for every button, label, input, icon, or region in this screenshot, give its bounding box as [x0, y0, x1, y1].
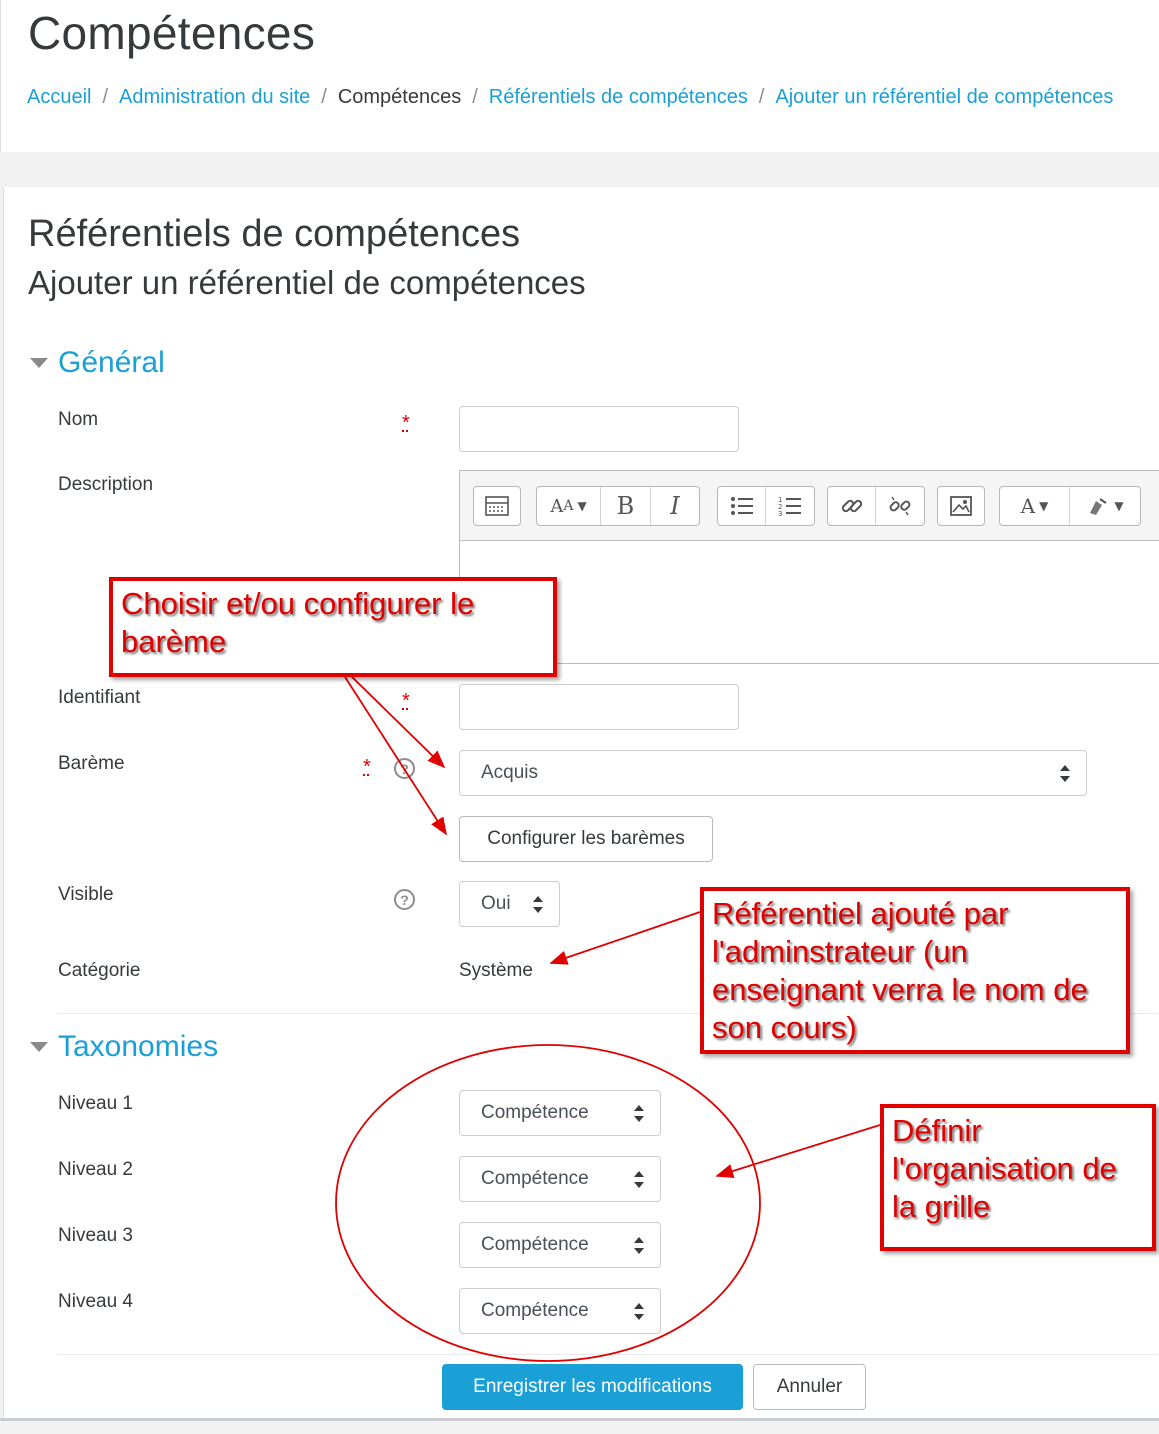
link-icon[interactable]	[828, 487, 876, 525]
bareme-select[interactable]: Acquis	[459, 750, 1087, 796]
annotation-taxonomy: Définir l'organisation de la grille	[880, 1104, 1156, 1251]
required-icon: *	[363, 756, 371, 778]
ordered-list-icon[interactable]: 123	[766, 487, 814, 525]
image-icon[interactable]	[938, 487, 984, 525]
identifiant-input[interactable]	[459, 684, 739, 730]
section-title-general: Général	[58, 346, 165, 379]
level-1-selected-value: Compétence	[481, 1102, 589, 1123]
bareme-label: Barème	[58, 753, 125, 774]
level-2-label: Niveau 2	[58, 1159, 133, 1180]
visible-label: Visible	[58, 884, 114, 905]
paragraph-style-icon[interactable]: A A ▼	[537, 487, 601, 525]
annotation-categorie: Référentiel ajouté par l'adminstrateur (…	[700, 887, 1130, 1054]
level-3-label: Niveau 3	[58, 1225, 133, 1246]
required-icon: *	[402, 412, 410, 434]
visible-select[interactable]: Oui	[459, 881, 560, 927]
save-changes-button[interactable]: Enregistrer les modifications	[442, 1364, 743, 1410]
help-icon[interactable]: ?	[394, 889, 415, 910]
bareme-selected-value: Acquis	[481, 762, 539, 783]
select-arrows-icon	[533, 896, 543, 914]
svg-text:3: 3	[778, 510, 782, 517]
highlight-icon[interactable]: ▼	[1070, 487, 1140, 525]
section-toggle-general[interactable]: Général	[30, 346, 165, 380]
nom-label: Nom	[58, 409, 99, 430]
unordered-list-icon[interactable]	[718, 487, 766, 525]
description-label: Description	[58, 474, 154, 495]
page-title: Compétences	[28, 7, 316, 59]
editor-toolbar: A A ▼ B I 123 A ▼ ▼	[460, 471, 1159, 541]
level-2-select[interactable]: Compétence	[459, 1156, 661, 1202]
select-arrows-icon	[634, 1105, 644, 1123]
breadcrumb-add-framework[interactable]: Ajouter un référentiel de compétences	[775, 86, 1113, 109]
toolbar-group-format: A A ▼ B I	[536, 486, 700, 526]
description-editor: A A ▼ B I 123 A ▼ ▼	[459, 470, 1159, 664]
configure-scales-button[interactable]: Configurer les barèmes	[459, 816, 713, 862]
breadcrumb-competencies: Compétences	[337, 86, 462, 108]
cancel-button[interactable]: Annuler	[753, 1364, 866, 1410]
required-icon: *	[402, 690, 410, 712]
italic-icon[interactable]: I	[651, 487, 699, 525]
toolbar-group-media	[937, 486, 985, 526]
level-4-select[interactable]: Compétence	[459, 1288, 661, 1334]
collapse-triangle-icon	[30, 1042, 48, 1052]
toolbar-group-toggle	[473, 486, 521, 526]
toolbar-toggle-icon[interactable]	[474, 487, 520, 525]
help-icon[interactable]: ?	[394, 758, 415, 779]
bold-icon[interactable]: B	[601, 487, 651, 525]
breadcrumb-home[interactable]: Accueil	[27, 86, 91, 109]
collapse-triangle-icon	[30, 358, 48, 368]
level-4-selected-value: Compétence	[481, 1300, 589, 1321]
level-1-select[interactable]: Compétence	[459, 1090, 661, 1136]
nom-input[interactable]	[459, 406, 739, 452]
section-heading: Référentiels de compétences	[28, 213, 521, 255]
toolbar-group-style: A ▼ ▼	[999, 486, 1141, 526]
breadcrumb-frameworks[interactable]: Référentiels de compétences	[489, 86, 748, 109]
select-arrows-icon	[634, 1171, 644, 1189]
level-2-selected-value: Compétence	[481, 1168, 589, 1189]
page-bottom-border	[0, 1418, 1159, 1421]
select-arrows-icon	[634, 1237, 644, 1255]
breadcrumb-separator: /	[758, 86, 765, 108]
visible-selected-value: Oui	[481, 893, 511, 914]
unlink-icon[interactable]	[876, 487, 924, 525]
section-toggle-taxonomies[interactable]: Taxonomies	[30, 1030, 218, 1064]
categorie-label: Catégorie	[58, 960, 141, 981]
level-3-select[interactable]: Compétence	[459, 1222, 661, 1268]
font-color-icon[interactable]: A ▼	[1000, 487, 1070, 525]
breadcrumb-separator: /	[321, 86, 327, 108]
level-4-label: Niveau 4	[58, 1291, 133, 1312]
section-title-taxonomies: Taxonomies	[58, 1030, 219, 1063]
breadcrumb-separator: /	[472, 86, 478, 108]
identifiant-label: Identifiant	[58, 687, 141, 708]
categorie-value: Système	[459, 960, 533, 981]
toolbar-group-links	[827, 486, 925, 526]
breadcrumb-site-admin[interactable]: Administration du site	[119, 86, 310, 109]
level-3-selected-value: Compétence	[481, 1234, 589, 1255]
annotation-bareme: Choisir et/ou configurer le barème	[109, 577, 557, 677]
breadcrumb: Accueil / Administration du site / Compé…	[27, 86, 1113, 109]
select-arrows-icon	[634, 1303, 644, 1321]
select-arrows-icon	[1060, 765, 1070, 783]
form-divider	[58, 1354, 1158, 1355]
toolbar-group-lists: 123	[717, 486, 815, 526]
level-1-label: Niveau 1	[58, 1093, 133, 1114]
section-subheading: Ajouter un référentiel de compétences	[28, 264, 586, 301]
breadcrumb-separator: /	[102, 86, 109, 108]
